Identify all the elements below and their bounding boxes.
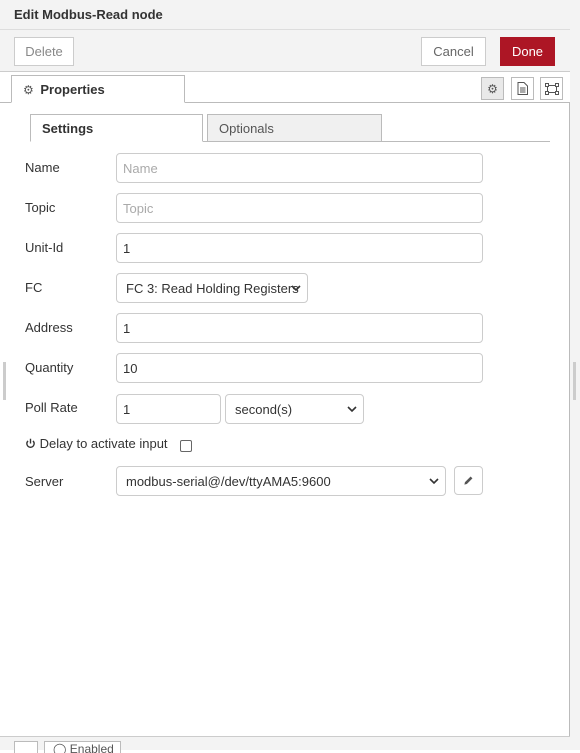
server-label: Server [25,474,64,489]
tab-optionals[interactable]: Optionals [207,114,382,142]
address-input[interactable]: 1 [116,313,483,343]
fc-label: FC [25,280,43,295]
circle-icon: ◯ [53,742,70,753]
fc-select[interactable]: FC 3: Read Holding Registers [116,273,308,303]
enabled-label: Enabled [69,742,114,753]
name-label: Name [25,160,60,175]
quantity-label: Quantity [25,360,74,375]
node-icon-button[interactable] [14,741,38,753]
edit-tray: Edit Modbus-Read node Delete Cancel Done… [0,0,570,753]
tray-title: Edit Modbus-Read node [0,0,570,30]
server-select-value: modbus-serial@/dev/ttyAMA5:9600 [126,474,331,489]
gear-icon: ⚙ [487,81,498,96]
delete-button[interactable]: Delete [14,37,74,66]
pencil-icon [464,476,473,485]
document-icon [517,82,528,95]
power-icon [26,438,35,448]
topic-input[interactable]: Topic [116,193,483,223]
cancel-button[interactable]: Cancel [421,37,486,66]
name-input[interactable]: Name [116,153,483,183]
delay-checkbox[interactable] [180,440,192,452]
poll-rate-unit-select[interactable]: second(s) [225,394,364,424]
server-edit-button[interactable] [454,466,483,495]
node-appearance-button[interactable] [540,77,563,100]
unit-id-label: Unit-Id [25,240,64,255]
tab-properties-label: Properties [40,82,105,97]
resize-handle-right[interactable] [573,362,576,400]
poll-rate-unit-value: second(s) [235,402,293,417]
chevron-down-icon [291,285,301,292]
fc-select-value: FC 3: Read Holding Registers [126,281,299,296]
unit-id-input[interactable]: 1 [116,233,483,263]
resize-handle-left[interactable] [3,362,6,400]
address-label: Address [25,320,73,335]
delay-label-text: Delay to activate input [39,436,168,451]
enabled-toggle[interactable]: ◯ Enabled [44,741,121,753]
tab-settings[interactable]: Settings [30,114,203,142]
quantity-input[interactable]: 10 [116,353,483,383]
server-select[interactable]: modbus-serial@/dev/ttyAMA5:9600 [116,466,446,496]
tab-properties[interactable]: ⚙ Properties [11,75,185,103]
gear-icon: ⚙ [23,83,34,97]
poll-rate-input[interactable]: 1 [116,394,221,424]
frame-icon [544,82,559,95]
delay-label: Delay to activate input [25,436,168,451]
node-description-button[interactable] [511,77,534,100]
poll-rate-label: Poll Rate [25,400,78,415]
done-button[interactable]: Done [500,37,555,66]
topic-label: Topic [25,200,56,215]
node-settings-button[interactable]: ⚙ [481,77,504,100]
chevron-down-icon [429,478,439,485]
chevron-down-icon [347,406,357,413]
